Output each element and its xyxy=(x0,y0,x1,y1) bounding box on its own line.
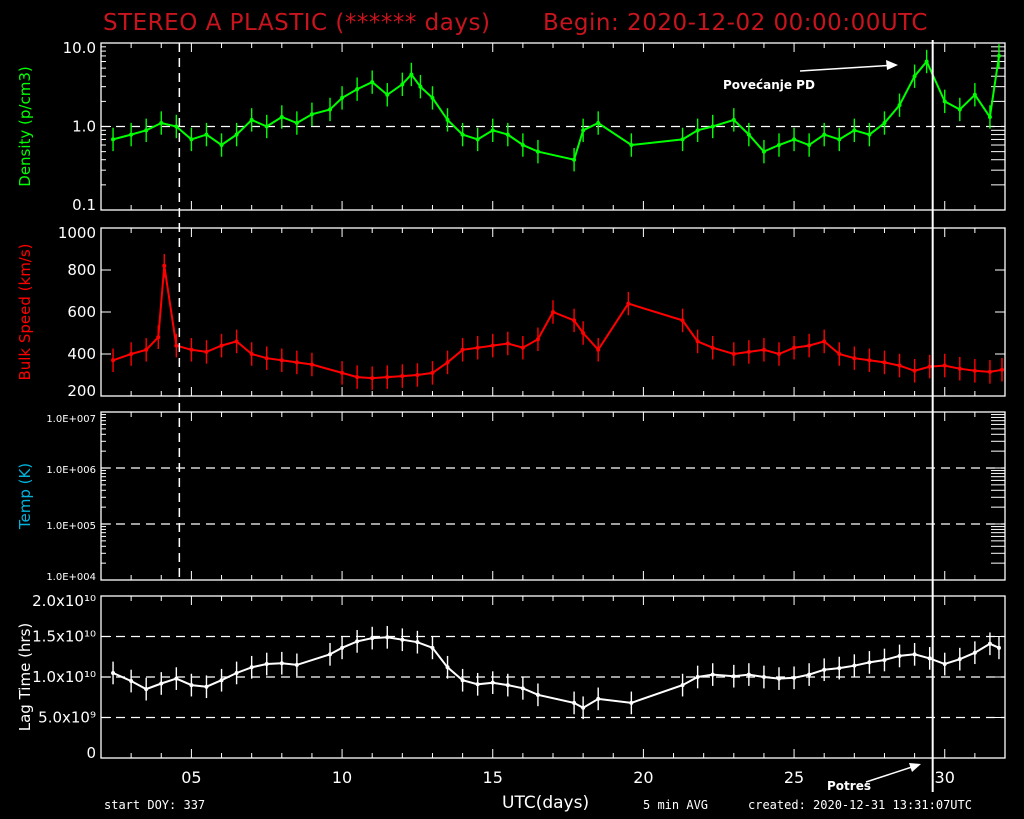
x-tick-label: 25 xyxy=(784,768,804,787)
x-axis-label: UTC(days) xyxy=(502,793,590,813)
lag-panel-y-tick-label: 5.0x10⁹ xyxy=(38,709,96,727)
speed-panel-y-label: Bulk Speed (km/s) xyxy=(16,243,34,380)
density-panel-y-tick-label: 1.0 xyxy=(72,118,96,136)
x-tick-label: 15 xyxy=(483,768,503,787)
start-doy: start DOY: 337 xyxy=(104,798,206,812)
temp-panel-y-tick-label: 1.0E+005 xyxy=(46,521,96,532)
temp-panel-y-tick-label: 1.0E+006 xyxy=(46,465,96,476)
speed-panel-y-tick-label: 1000 xyxy=(58,224,96,242)
density-arrow-head xyxy=(886,60,898,70)
x-tick-label: 10 xyxy=(332,768,352,787)
x-tick-label: 30 xyxy=(935,768,955,787)
density-increase-annotation: Povećanje PD xyxy=(723,78,815,92)
density-panel-y-tick-label: 10.0 xyxy=(63,39,96,57)
stereo-plastic-chart: 10.0 1.0 0.1 Density (p/cm3) 1000 800 600 400 20… xyxy=(16,39,1006,792)
temp-panel-y-tick-label: 1.0E+004 xyxy=(46,572,96,583)
avg-label: 5 min AVG xyxy=(643,798,709,812)
density-panel-y-label: Density (p/cm3) xyxy=(16,66,34,186)
x-tick-label: 05 xyxy=(181,768,201,787)
lag-panel-y-tick-label: 0 xyxy=(86,744,96,762)
speed-panel-y-tick-label: 600 xyxy=(67,303,96,321)
x-tick-label: 20 xyxy=(633,768,653,787)
earthquake-arrow-shaft xyxy=(865,764,919,783)
temp-panel-y-label: Temp (K) xyxy=(16,463,34,530)
speed-panel-y-tick-label: 200 xyxy=(67,382,96,400)
density-panel-series-line xyxy=(112,55,1000,161)
chart-title: STEREO A PLASTIC (****** days) xyxy=(103,10,491,36)
earthquake-annotation: Potres xyxy=(827,779,871,793)
lag-panel-y-tick-label: 1.5x10¹⁰ xyxy=(32,628,96,646)
speed-panel-y-tick-label: 400 xyxy=(67,345,96,363)
temp-panel-frame xyxy=(100,411,1006,581)
lag-panel-y-tick-label: 2.0x10¹⁰ xyxy=(32,592,96,610)
density-arrow-shaft xyxy=(799,64,897,72)
lag-panel-y-label: Lag Time (hrs) xyxy=(16,623,34,732)
lag-panel-y-tick-label: 1.0x10¹⁰ xyxy=(32,668,96,686)
earthquake-arrow-head xyxy=(909,763,921,772)
created-timestamp: created: 2020-12-31 13:31:07UTC xyxy=(748,798,972,812)
chart-begin-date: Begin: 2020-12-02 00:00:00UTC xyxy=(543,10,928,36)
density-panel-y-tick-label: 0.1 xyxy=(72,196,96,214)
speed-panel-y-tick-label: 800 xyxy=(67,261,96,279)
lag-panel-series-line xyxy=(112,636,1000,709)
temp-panel-y-tick-label: 1.0E+007 xyxy=(46,414,96,425)
